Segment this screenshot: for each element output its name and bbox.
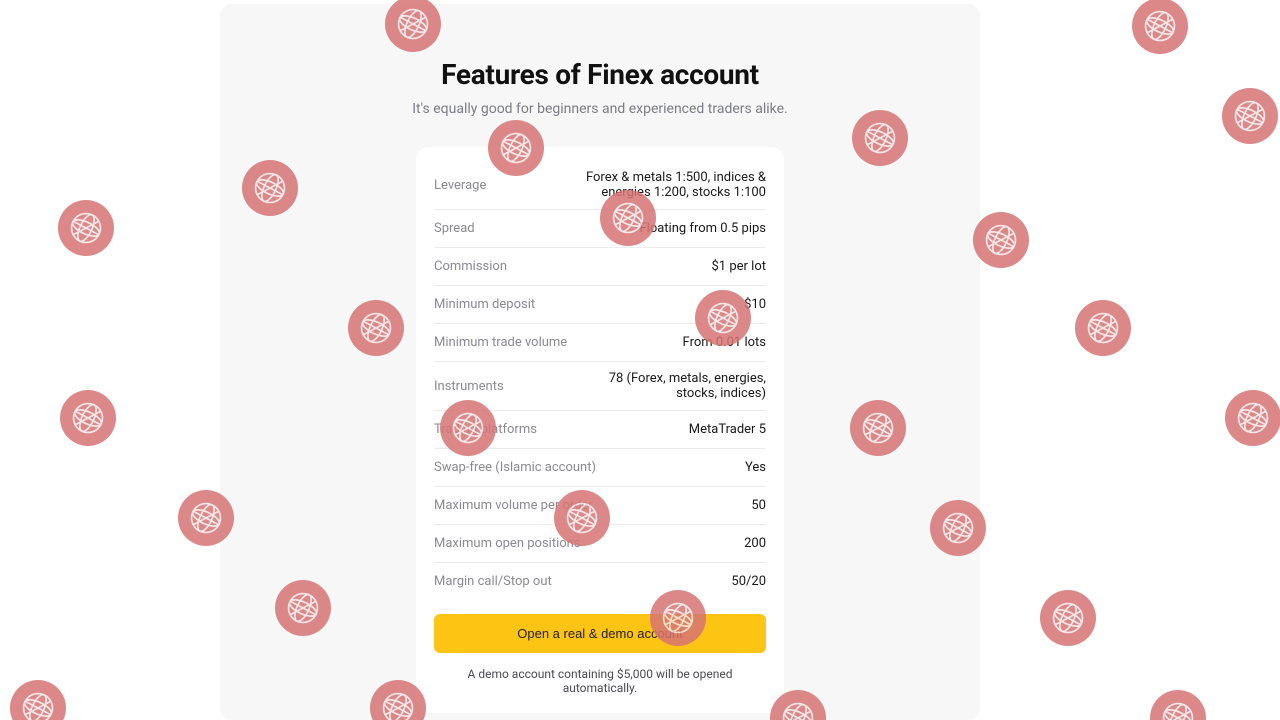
feature-value: $10 [744, 288, 766, 321]
globe-icon [973, 212, 1029, 268]
feature-label: Swap-free (Islamic account) [434, 449, 596, 486]
feature-row: Trading platforms MetaTrader 5 [434, 411, 766, 449]
feature-row: Leverage Forex & metals 1:500, indices &… [434, 161, 766, 210]
feature-value: From 0.01 lots [683, 326, 766, 359]
globe-icon [1075, 300, 1131, 356]
feature-value: 50 [751, 489, 766, 522]
feature-row: Maximum volume per order 50 [434, 487, 766, 525]
feature-label: Instruments [434, 368, 504, 405]
page-subtitle: It's equally good for beginners and expe… [220, 101, 980, 117]
cta-note: A demo account containing $5,000 will be… [434, 667, 766, 695]
feature-value: $1 per lot [712, 250, 767, 283]
feature-row: Spread Floating from 0.5 pips [434, 210, 766, 248]
feature-label: Minimum deposit [434, 286, 535, 323]
feature-value: Forex & metals 1:500, indices & energies… [576, 161, 766, 209]
globe-icon [1225, 390, 1280, 446]
feature-label: Trading platforms [434, 411, 537, 448]
globe-icon [10, 680, 66, 720]
globe-icon [1222, 88, 1278, 144]
open-account-button[interactable]: Open a real & demo account [434, 614, 766, 653]
globe-icon [1132, 0, 1188, 54]
feature-value: 78 (Forex, metals, energies, stocks, ind… [576, 362, 766, 410]
feature-row: Commission $1 per lot [434, 248, 766, 286]
features-section: Features of Finex account It's equally g… [220, 4, 980, 720]
feature-label: Commission [434, 248, 507, 285]
feature-row: Margin call/Stop out 50/20 [434, 563, 766, 600]
feature-value: Floating from 0.5 pips [639, 212, 766, 245]
globe-icon [60, 390, 116, 446]
globe-icon [1040, 590, 1096, 646]
feature-row: Minimum trade volume From 0.01 lots [434, 324, 766, 362]
feature-label: Leverage [434, 167, 486, 204]
globe-icon [1150, 690, 1206, 720]
page-title: Features of Finex account [220, 58, 980, 91]
feature-label: Minimum trade volume [434, 324, 567, 361]
feature-label: Maximum volume per order [434, 487, 593, 524]
feature-row: Maximum open positions 200 [434, 525, 766, 563]
feature-value: Yes [745, 451, 766, 484]
feature-value: 50/20 [731, 565, 766, 598]
feature-label: Spread [434, 210, 475, 247]
feature-label: Margin call/Stop out [434, 563, 552, 600]
globe-icon [58, 200, 114, 256]
feature-value: MetaTrader 5 [689, 413, 766, 446]
feature-row: Swap-free (Islamic account) Yes [434, 449, 766, 487]
feature-row: Minimum deposit $10 [434, 286, 766, 324]
feature-value: 200 [744, 527, 766, 560]
feature-card: Leverage Forex & metals 1:500, indices &… [416, 147, 784, 713]
feature-row: Instruments 78 (Forex, metals, energies,… [434, 362, 766, 411]
feature-label: Maximum open positions [434, 525, 581, 562]
